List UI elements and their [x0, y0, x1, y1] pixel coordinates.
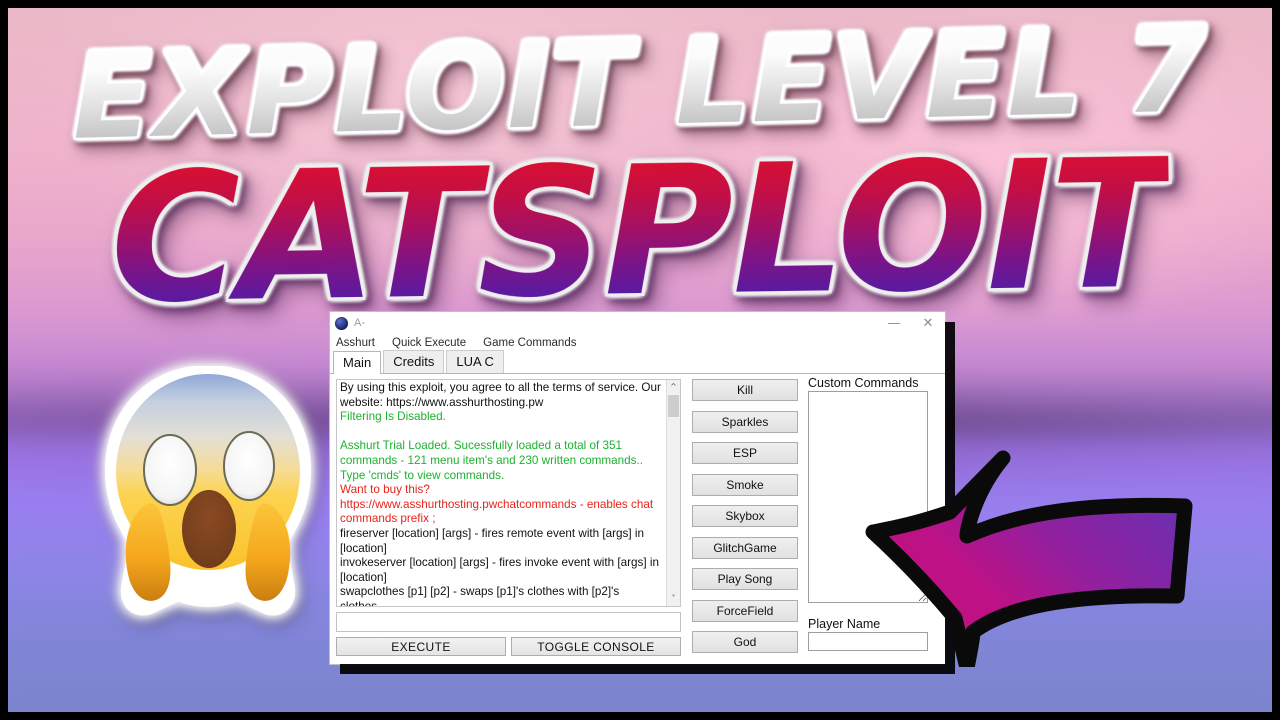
exploit-window[interactable]: A- — ✕ Asshurt Quick Execute Game Comman… — [330, 312, 945, 664]
menu-item-game-commands[interactable]: Game Commands — [483, 337, 576, 349]
console-line: Asshurt Trial Loaded. Sucessfully loaded… — [340, 439, 622, 453]
close-button[interactable]: ✕ — [911, 312, 945, 334]
console-line: Type 'cmds' to view commands. — [340, 468, 505, 482]
command-input[interactable] — [336, 612, 681, 632]
console-line: commands prefix ; — [340, 512, 436, 526]
console-line: commands - 121 menu item's and 230 writt… — [340, 453, 643, 467]
menu-item-asshurt[interactable]: Asshurt — [336, 337, 375, 349]
console-line: fireserver [location] [args] - fires rem… — [340, 526, 644, 540]
window-title: A- — [354, 317, 366, 329]
console-line: swapclothes [p1] [p2] - swaps [p1]'s clo… — [340, 585, 620, 599]
screaming-face-emoji — [92, 366, 324, 616]
custom-commands-label: Custom Commands — [808, 376, 919, 390]
tab-strip[interactable]: Main Credits LUA C — [330, 350, 945, 374]
tab-credits[interactable]: Credits — [383, 350, 445, 373]
action-button-play-song[interactable]: Play Song — [692, 568, 798, 590]
console-lines: By using this exploit, you agree to all … — [340, 381, 677, 607]
chevron-down-icon[interactable]: ˅ — [667, 592, 680, 606]
action-button-god[interactable]: God — [692, 631, 798, 653]
menu-item-quick-execute[interactable]: Quick Execute — [392, 337, 466, 349]
console-line: website: https://www.asshurthosting.pw — [340, 395, 544, 409]
console-output[interactable]: By using this exploit, you agree to all … — [336, 379, 681, 607]
tab-main[interactable]: Main — [333, 351, 382, 374]
action-button-kill[interactable]: Kill — [692, 379, 798, 401]
scrollbar-thumb[interactable] — [668, 395, 679, 417]
background-glow-right — [640, 8, 1272, 338]
action-button-forcefield[interactable]: ForceField — [692, 599, 798, 622]
minimize-button[interactable]: — — [877, 312, 911, 334]
console-line: https://www.asshurthosting.pwchatcommand… — [340, 497, 654, 511]
curved-left-arrow — [855, 432, 1200, 676]
video-frame: EXPLOIT LEVEL 7 CATSPLOIT A- — ✕ Asshurt… — [0, 0, 1280, 720]
action-button-skybox[interactable]: Skybox — [692, 505, 798, 527]
console-line: invokeserver [location] [args] - fires i… — [340, 556, 659, 570]
window-body: By using this exploit, you agree to all … — [330, 374, 945, 664]
app-globe-icon — [335, 316, 348, 330]
bottom-button-row[interactable]: EXECUTE TOGGLE CONSOLE — [336, 637, 681, 656]
console-line: Want to buy this? — [340, 483, 430, 497]
action-button-esp[interactable]: ESP — [692, 442, 798, 464]
window-controls[interactable]: — ✕ — [877, 312, 945, 334]
chevron-up-icon[interactable]: ^ — [667, 380, 680, 394]
action-button-column[interactable]: Kill Sparkles ESP Smoke Skybox GlitchGame Play… — [692, 379, 798, 663]
action-button-sparkles[interactable]: Sparkles — [692, 410, 798, 433]
console-line: clothes. — [340, 599, 381, 607]
console-line: By using this exploit, you agree to all … — [340, 381, 661, 394]
console-line: [location] — [340, 541, 387, 555]
window-titlebar[interactable]: A- — ✕ — [330, 312, 945, 334]
tab-lua-c[interactable]: LUA C — [446, 350, 504, 373]
console-line: Filtering Is Disabled. — [340, 410, 446, 424]
console-scrollbar[interactable]: ^ ˅ — [666, 380, 680, 606]
console-line: [location] — [340, 570, 387, 584]
action-button-smoke[interactable]: Smoke — [692, 473, 798, 496]
action-button-glitchgame[interactable]: GlitchGame — [692, 536, 798, 559]
execute-button[interactable]: EXECUTE — [336, 637, 506, 656]
toggle-console-button[interactable]: TOGGLE CONSOLE — [511, 637, 681, 656]
